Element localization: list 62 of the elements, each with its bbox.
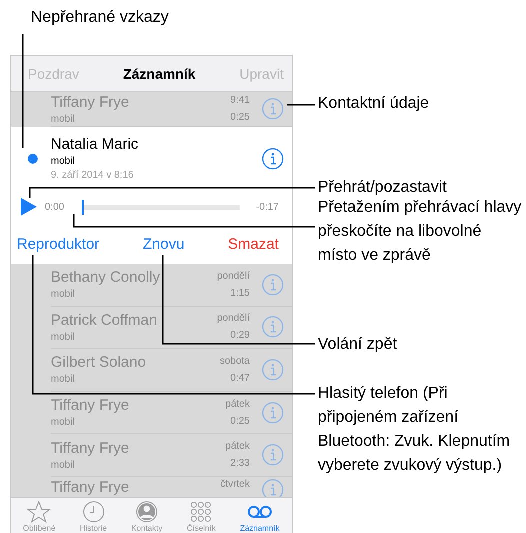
leader-line [287,104,315,106]
caller-name: Bethany Conolly [51,269,162,286]
play-icon[interactable] [21,198,37,216]
callout-label: Volání zpět [318,335,398,355]
message-time: pátek [226,398,250,410]
phone-type: mobil [51,374,76,386]
info-icon[interactable] [262,148,284,170]
remaining-time: -0:17 [256,202,279,212]
clock-icon [82,500,105,523]
caller-name: Natalia Maric [51,136,140,153]
caller-name: Gilbert Solano [51,354,148,372]
keypad-icon [190,500,212,523]
person-icon [136,500,158,523]
edit-button[interactable]: Upravit [240,66,284,82]
phone-type: mobil [51,417,76,428]
phone-type: mobil [51,114,76,124]
message-duration: 0:47 [230,372,250,384]
caller-name: Tiffany Frye [51,94,130,110]
callout-label: Hlasitý telefon (Při připojeném zařízení Bluetooth: Zvuk. Klepnutím vyberete zvukový výstup.) [318,384,512,476]
callout-label: Přetažením přehrávací hlavy přeskočíte na libovolné místo ve zprávě [318,198,523,266]
action-button[interactable]: Reproduktor [17,236,100,252]
action-button[interactable]: Smazat [228,236,279,252]
screen-title: Záznamník [123,66,196,82]
message-duration: 2:33 [230,458,250,470]
tab[interactable]: Záznamník [240,498,280,533]
tab[interactable]: Oblíbené [23,498,56,533]
action-button[interactable]: Znovu [142,236,185,252]
caller-name: Tiffany Frye [51,478,130,496]
voicemail-row[interactable]: Tiffany Frye mobil pátek 0:25 [11,392,292,434]
playhead[interactable] [82,200,84,214]
caller-name: Tiffany Frye [51,397,130,414]
phone-type: mobil [51,332,76,343]
message-duration: 0:25 [230,416,250,427]
message-duration: 0:29 [230,330,250,342]
phone-type: mobil [51,289,76,300]
tab[interactable]: Číselník [186,498,216,533]
voicemail-row[interactable]: Patrick Coffman mobil pondělí 0:29 [11,306,292,350]
voicemail-row[interactable]: Tiffany Frye čtvrtek [11,476,292,497]
tab[interactable]: Historie [80,498,108,533]
callout-label: Nepřehrané vzkazy [31,9,169,26]
message-duration: 1:15 [230,288,250,299]
message-time: pondělí [217,313,250,324]
callout-label: Kontaktní údaje [318,94,430,114]
message-duration: 0:25 [230,112,250,123]
message-time: sobota [220,356,250,367]
caller-name: Patrick Coffman [51,312,158,329]
message-time: čtvrtek [220,478,250,490]
message-time: pátek [226,441,250,452]
message-time: pondělí [217,270,250,282]
callout-label: Přehrát/pozastavit [318,178,448,198]
phone-type: mobil [51,156,76,167]
voicemail-row[interactable]: Gilbert Solano mobil sobota 0:47 [11,349,292,392]
elapsed-time: 0:00 [45,202,64,212]
voicemail-row[interactable]: Bethany Conolly mobil pondělí 1:15 [11,264,292,307]
greeting-button[interactable]: Pozdrav [28,66,80,82]
phone-type: mobil [51,460,76,471]
message-time: 9:41 [230,95,250,106]
star-icon [27,500,52,523]
voicemail-row[interactable]: Tiffany Frye mobil 9:41 0:25 [11,92,292,127]
caller-name: Tiffany Frye [51,440,130,457]
message-date: 9. září 2014 v 8:16 [51,170,135,181]
tab[interactable]: Kontakty [131,498,163,533]
